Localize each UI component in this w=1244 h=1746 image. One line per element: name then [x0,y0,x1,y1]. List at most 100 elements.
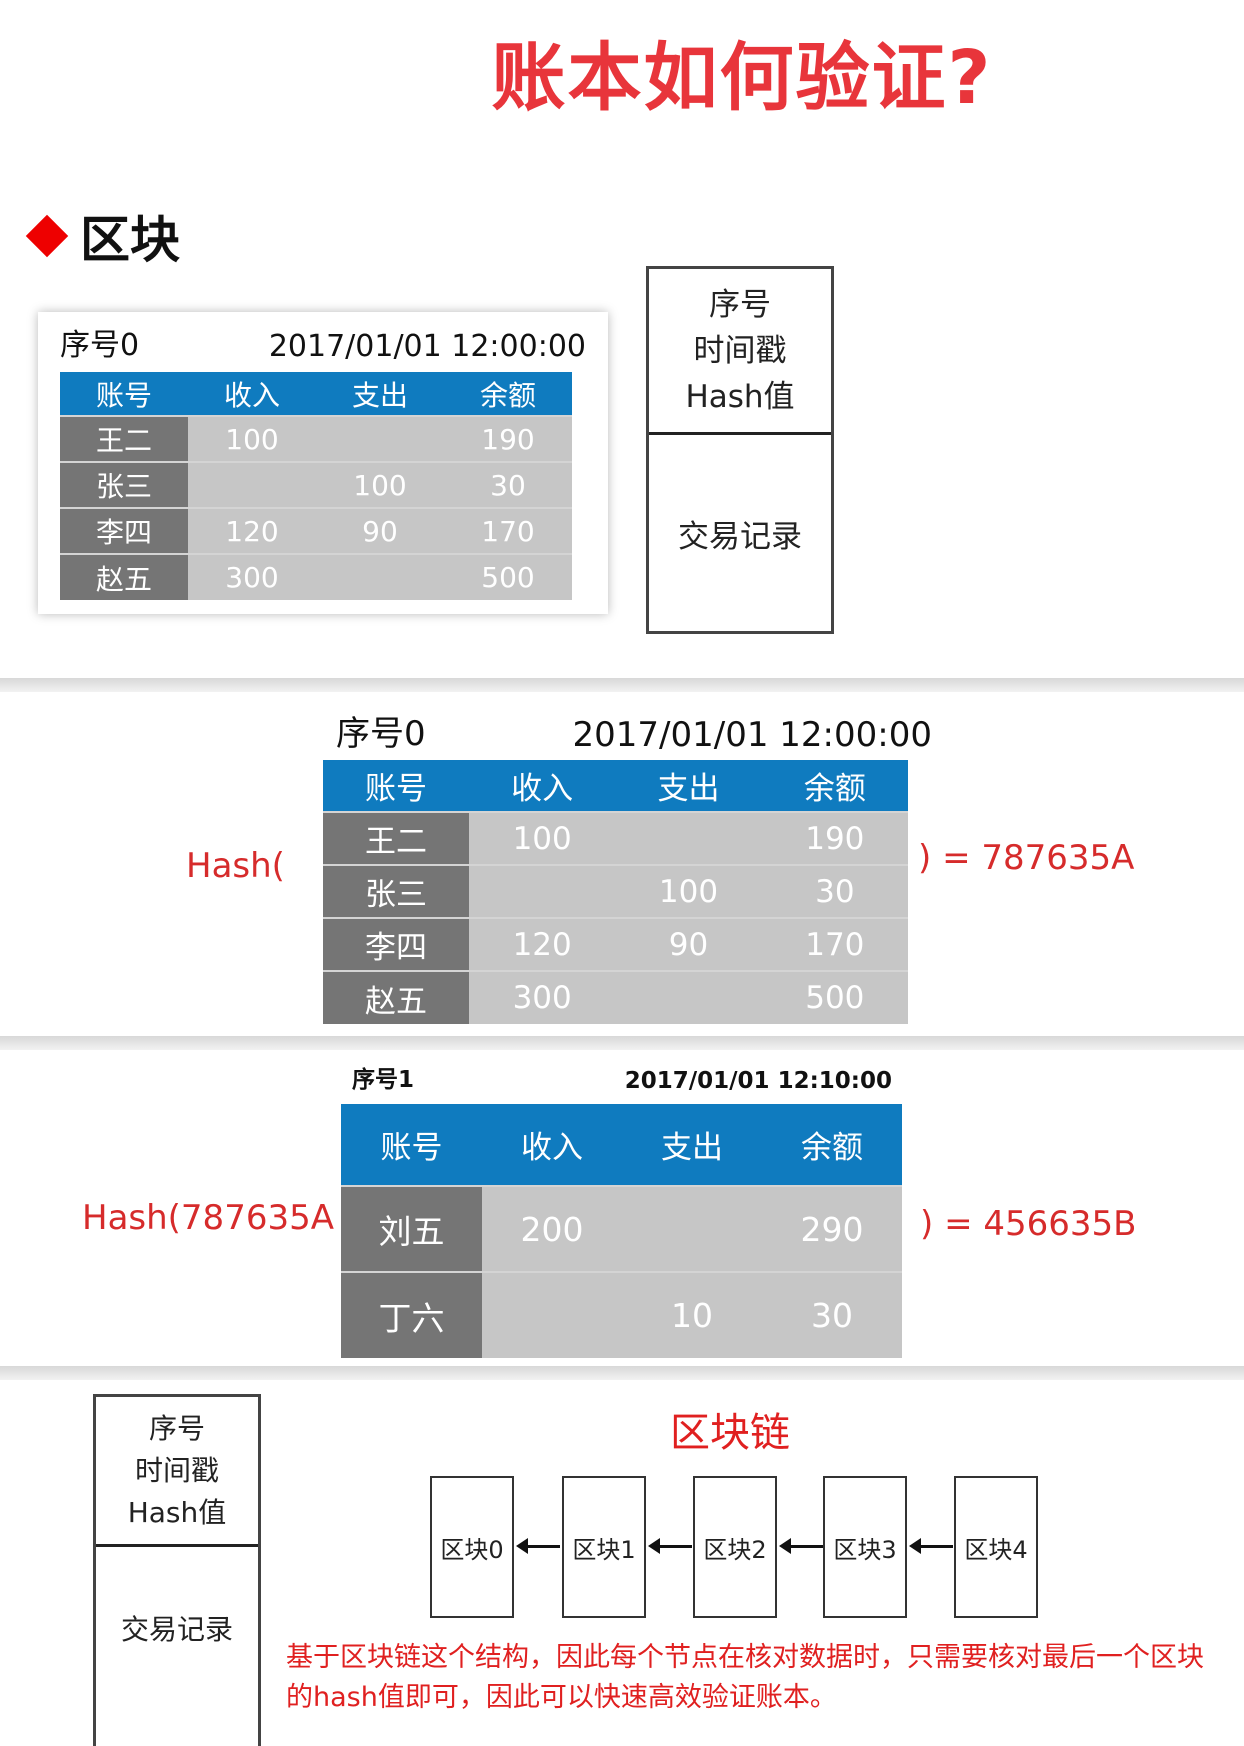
table-cell: 170 [761,917,908,971]
block-field: Hash值 [685,378,795,415]
table-cell [469,864,616,918]
table-cell: 200 [482,1185,622,1272]
ledger-table-0-large: 账号 收入 支出 余额 王二 100 190 张三 100 30 李四 120 … [323,760,908,1024]
table-cell: 190 [444,415,572,462]
section-heading: 区块 [22,200,180,272]
ledger-timestamp: 2017/01/01 12:00:00 [572,715,932,755]
column-header: 支出 [316,372,444,416]
section-divider [0,678,1244,692]
column-header: 支出 [615,760,762,812]
column-header: 余额 [762,1104,902,1186]
table-cell: 100 [188,415,316,462]
column-header: 余额 [444,372,572,416]
block-field: 序号 [709,286,771,323]
table-header-row: 账号 收入 支出 余额 [323,760,908,812]
block-structure-box: 序号 时间戳 Hash值 交易记录 [646,266,834,634]
block-structure-box: 序号 时间戳 Hash值 交易记录 [93,1394,261,1746]
section-divider [0,1366,1244,1380]
ledger-header-0-large: 序号0 2017/01/01 12:00:00 [336,706,932,755]
table-cell: 30 [762,1271,902,1358]
ledger-seq: 序号0 [336,714,426,754]
block-header-fields: 序号 时间戳 Hash值 [649,269,831,435]
ledger-seq: 序号0 [60,328,140,363]
table-cell: 90 [316,507,444,554]
table-row: 赵五 300 500 [323,970,908,1024]
table-row: 赵五 300 500 [60,553,572,600]
block-body: 交易记录 [120,1613,233,1646]
chain-block: 区块0 [430,1476,514,1618]
table-cell [482,1271,622,1358]
page-title: 账本如何验证? [491,35,993,121]
table-cell: 100 [615,864,762,918]
column-header: 收入 [482,1104,622,1186]
table-cell: 王二 [323,811,469,865]
chain-block: 区块4 [954,1476,1038,1618]
table-cell: 290 [762,1185,902,1272]
table-header-row: 账号 收入 支出 余额 [60,372,572,416]
table-cell: 300 [188,553,316,600]
ledger-table-1: 账号 收入 支出 余额 刘五 200 290 丁六 10 30 [341,1104,902,1358]
column-header: 账号 [60,372,188,416]
table-cell [615,811,762,865]
table-cell: 张三 [323,864,469,918]
block-body: 交易记录 [678,518,802,555]
arrow-left-icon [909,1535,953,1557]
table-cell: 100 [469,811,616,865]
diamond-bullet-icon [25,214,69,258]
table-row: 刘五 200 290 [341,1185,902,1272]
table-cell [316,553,444,600]
arrow-left-icon [648,1535,692,1557]
table-cell: 刘五 [341,1185,482,1272]
table-row: 张三 100 30 [60,461,572,508]
table-row: 张三 100 30 [323,864,908,918]
block-field: Hash值 [127,1495,227,1529]
table-cell: 30 [444,461,572,508]
table-cell [316,415,444,462]
hash-prefix: Hash(787635A , [82,1198,356,1238]
table-cell [615,970,762,1024]
conclusion-text: 基于区块链这个结构，因此每个节点在核对数据时，只需要核对最后一个区块的hash值… [286,1642,1204,1713]
table-cell: 190 [761,811,908,865]
table-cell: 170 [444,507,572,554]
table-cell: 500 [761,970,908,1024]
table-row: 王二 100 190 [60,415,572,462]
table-row: 李四 120 90 170 [323,917,908,971]
column-header: 收入 [469,760,616,812]
section-label: 区块 [80,211,180,269]
hash-result: ) = 787635A [918,838,1135,878]
column-header: 支出 [622,1104,762,1186]
table-cell: 30 [761,864,908,918]
section-divider [0,1036,1244,1050]
table-cell: 丁六 [341,1271,482,1358]
table-cell: 李四 [323,917,469,971]
block-field: 时间戳 [134,1453,219,1487]
arrow-left-icon [779,1535,823,1557]
ledger-timestamp: 2017/01/01 12:10:00 [624,1068,892,1094]
table-row: 李四 120 90 170 [60,507,572,554]
chain-block: 区块2 [693,1476,777,1618]
table-cell: 10 [622,1271,762,1358]
table-row: 王二 100 190 [323,811,908,865]
arrow-left-icon [516,1535,560,1557]
table-cell: 90 [615,917,762,971]
ledger-seq: 序号1 [352,1067,415,1093]
table-cell: 300 [469,970,616,1024]
column-header: 账号 [341,1104,482,1186]
table-cell: 100 [316,461,444,508]
table-row: 丁六 10 30 [341,1271,902,1358]
table-cell: 120 [469,917,616,971]
table-cell: 120 [188,507,316,554]
ledger-timestamp: 2017/01/01 12:00:00 [268,329,586,364]
table-cell: 500 [444,553,572,600]
table-cell: 张三 [60,461,188,508]
block-field: 时间戳 [693,332,787,369]
column-header: 余额 [761,760,908,812]
hash-result: ) = 456635B [920,1204,1137,1244]
hash-prefix: Hash( [186,846,285,886]
column-header: 收入 [188,372,316,416]
chain-block: 区块1 [562,1476,646,1618]
chain-block: 区块3 [823,1476,907,1618]
ledger-header-0: 序号0 2017/01/01 12:00:00 [60,320,586,364]
table-cell: 王二 [60,415,188,462]
table-cell: 赵五 [60,553,188,600]
